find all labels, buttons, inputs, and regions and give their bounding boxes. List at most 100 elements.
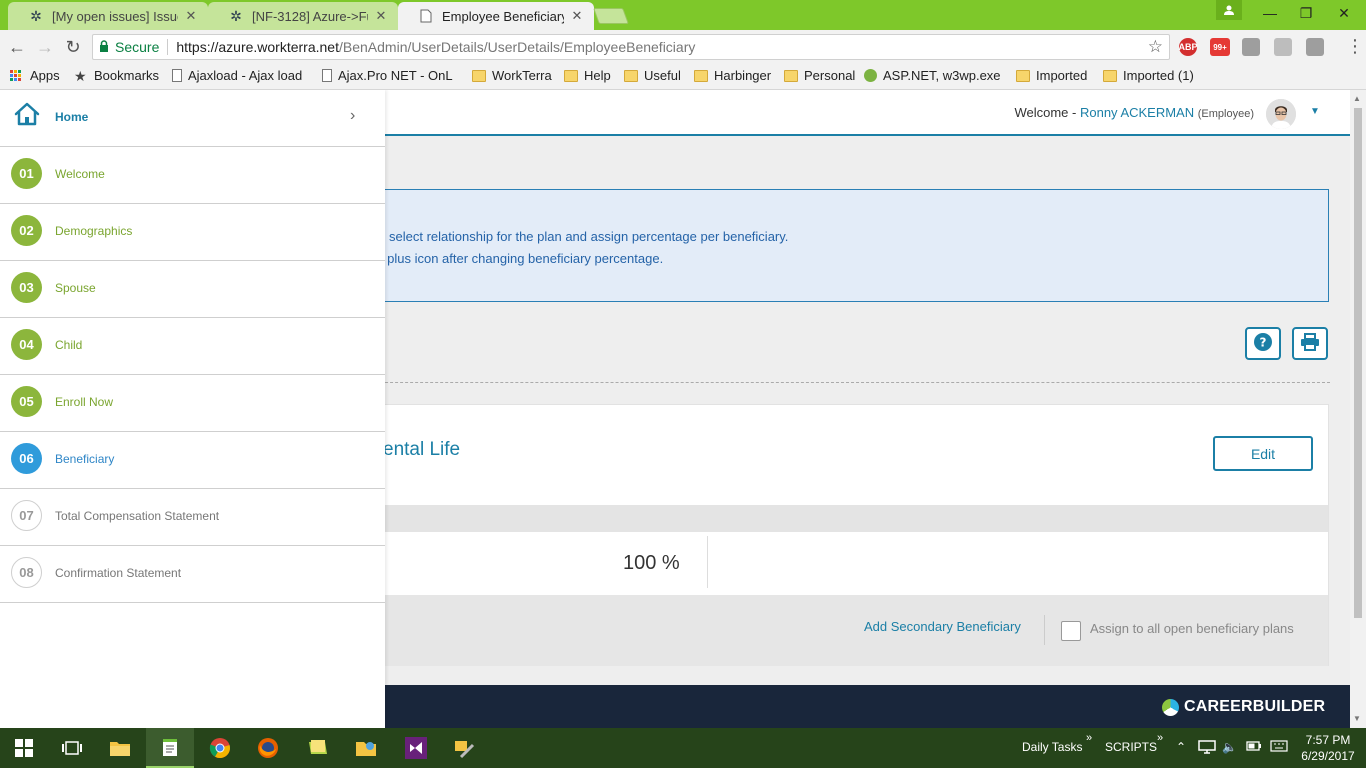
extension-badge-icon[interactable]: 99+ xyxy=(1210,38,1230,56)
extension-icon[interactable] xyxy=(1242,38,1260,56)
chevron-down-icon[interactable]: ▼ xyxy=(1310,106,1320,117)
page-scrollbar[interactable]: ▲ ▼ xyxy=(1350,90,1366,728)
minimize-icon[interactable]: — xyxy=(1252,0,1288,26)
restore-icon[interactable]: ❐ xyxy=(1288,0,1324,26)
sidebar-item-welcome[interactable]: 01 Welcome xyxy=(0,147,385,204)
file-explorer-icon[interactable] xyxy=(96,728,144,768)
clock-time: 7:57 PM xyxy=(1305,733,1351,747)
tools-app-icon[interactable] xyxy=(440,728,488,768)
add-secondary-beneficiary-link[interactable]: Add Secondary Beneficiary xyxy=(864,619,1021,634)
close-window-icon[interactable]: ✕ xyxy=(1326,0,1362,26)
sidebar-item-spouse[interactable]: 03 Spouse xyxy=(0,261,385,318)
task-view-icon[interactable] xyxy=(48,728,96,768)
bookmarks-bar: Apps ★ Bookmarks Ajaxload - Ajax load Aj… xyxy=(0,64,1366,90)
keyboard-icon[interactable] xyxy=(1270,740,1288,755)
bookmark-help[interactable]: Help xyxy=(564,68,611,83)
bookmark-useful[interactable]: Useful xyxy=(624,68,681,83)
daily-tasks-toolbar[interactable]: Daily Tasks xyxy=(1022,740,1082,754)
close-icon[interactable]: ✕ xyxy=(184,8,198,24)
sidebar-item-demographics[interactable]: 02 Demographics xyxy=(0,204,385,261)
careerbuilder-logo: CAREERBUILDER xyxy=(1162,698,1325,716)
browser-tab-employee-beneficiary[interactable]: Employee Beneficiary ✕ xyxy=(398,2,594,30)
page-viewport: Welcome - Ronny ACKERMAN (Employee) ▼ se… xyxy=(0,90,1350,728)
user-name[interactable]: Ronny ACKERMAN xyxy=(1080,105,1194,120)
scroll-up-icon[interactable]: ▲ xyxy=(1353,94,1361,103)
windows-start-icon[interactable] xyxy=(0,728,48,768)
bookmark-bookmarks[interactable]: ★ Bookmarks xyxy=(74,68,159,83)
visual-studio-icon[interactable] xyxy=(392,728,440,768)
sidebar-item-beneficiary[interactable]: 06 Beneficiary xyxy=(0,432,385,489)
battery-icon[interactable] xyxy=(1246,740,1262,755)
folder-icon xyxy=(624,69,638,82)
scripts-toolbar[interactable]: SCRIPTS xyxy=(1105,740,1157,754)
notepad-app-icon[interactable] xyxy=(146,728,194,768)
profile-icon[interactable] xyxy=(1216,0,1242,20)
network-icon[interactable] xyxy=(1198,740,1216,757)
system-clock[interactable]: 7:57 PM 6/29/2017 xyxy=(1298,732,1358,764)
more-menu-icon[interactable]: ⋮ xyxy=(1346,36,1364,57)
chevron-right-icon[interactable]: » xyxy=(1086,732,1092,744)
step-label: Total Compensation Statement xyxy=(55,509,220,523)
sidebar-item-home[interactable]: Home › xyxy=(0,90,385,147)
tab-title: [My open issues] Issue xyxy=(52,8,178,24)
assign-all-checkbox[interactable] xyxy=(1061,621,1081,641)
camera-extension-icon[interactable] xyxy=(1306,38,1324,56)
back-icon[interactable]: ← xyxy=(6,36,28,58)
close-icon[interactable]: ✕ xyxy=(374,8,388,24)
chevron-up-icon[interactable]: ⌃ xyxy=(1176,740,1186,754)
bookmark-asp-net[interactable]: ASP.NET, w3wp.exe, xyxy=(864,68,1000,83)
print-button[interactable] xyxy=(1292,327,1328,360)
lock-icon xyxy=(99,39,109,55)
bookmark-workterra[interactable]: WorkTerra xyxy=(472,68,552,83)
home-icon xyxy=(14,102,40,129)
bookmark-personal[interactable]: Personal xyxy=(784,68,855,83)
firefox-icon[interactable] xyxy=(244,728,292,768)
star-icon: ★ xyxy=(74,67,87,84)
volume-icon[interactable]: 🔈 xyxy=(1222,740,1237,754)
chevron-right-icon[interactable]: » xyxy=(1157,732,1163,744)
bookmark-harbinger[interactable]: Harbinger xyxy=(694,68,771,83)
folder-app-icon[interactable] xyxy=(342,728,390,768)
jira-icon: ✲ xyxy=(30,7,42,24)
pdf-extension-icon[interactable] xyxy=(1274,38,1292,56)
bookmark-ajaxload[interactable]: Ajaxload - Ajax load xyxy=(172,68,306,83)
scroll-down-icon[interactable]: ▼ xyxy=(1353,714,1361,723)
adblock-plus-icon[interactable]: ABP xyxy=(1179,38,1198,56)
instructions-box: select relationship for the plan and ass… xyxy=(360,189,1329,302)
step-label: Beneficiary xyxy=(55,452,115,466)
edit-button[interactable]: Edit xyxy=(1213,436,1313,471)
bookmark-ajax-pro[interactable]: Ajax.Pro NET - OnL xyxy=(322,68,456,83)
sidebar-item-enroll-now[interactable]: 05 Enroll Now xyxy=(0,375,385,432)
help-button[interactable]: ? xyxy=(1245,327,1281,360)
svg-text:?: ? xyxy=(1260,336,1267,350)
forward-icon[interactable]: → xyxy=(34,36,56,58)
divider xyxy=(707,536,708,588)
chrome-icon[interactable] xyxy=(196,728,244,768)
address-bar[interactable]: Secure https://azure.workterra.net/BenAd… xyxy=(92,34,1170,60)
notes-app-icon[interactable] xyxy=(294,728,342,768)
browser-tab-nf-3128[interactable]: ✲ [NF-3128] Azure->Fun ✕ xyxy=(208,2,398,30)
bookmark-imported-1[interactable]: Imported (1) xyxy=(1103,68,1194,83)
new-tab-button[interactable] xyxy=(593,8,629,24)
bookmark-apps[interactable]: Apps xyxy=(10,68,60,83)
sidebar-item-confirmation[interactable]: 08 Confirmation Statement xyxy=(0,546,385,603)
bookmark-label: WorkTerra xyxy=(492,68,552,83)
sidebar-item-child[interactable]: 04 Child xyxy=(0,318,385,375)
sidebar-item-total-compensation[interactable]: 07 Total Compensation Statement xyxy=(0,489,385,546)
reload-icon[interactable]: ↻ xyxy=(62,36,84,58)
bookmark-label: Help xyxy=(584,68,611,83)
browser-tab-my-open-issues[interactable]: ✲ [My open issues] Issue ✕ xyxy=(8,2,208,30)
folder-icon xyxy=(564,69,578,82)
step-label: Enroll Now xyxy=(55,395,114,409)
step-number: 08 xyxy=(11,557,42,588)
welcome-text: Welcome - Ronny ACKERMAN (Employee) xyxy=(1014,105,1254,120)
bookmark-imported[interactable]: Imported xyxy=(1016,68,1087,83)
scroll-thumb[interactable] xyxy=(1354,108,1362,618)
step-number: 01 xyxy=(11,158,42,189)
user-role: (Employee) xyxy=(1197,108,1254,120)
instruction-line-2: k plus icon after changing beneficiary p… xyxy=(377,251,664,266)
bookmark-star-icon[interactable]: ☆ xyxy=(1148,37,1163,57)
close-icon[interactable]: ✕ xyxy=(570,8,584,24)
step-number: 03 xyxy=(11,272,42,303)
avatar[interactable] xyxy=(1266,99,1296,129)
